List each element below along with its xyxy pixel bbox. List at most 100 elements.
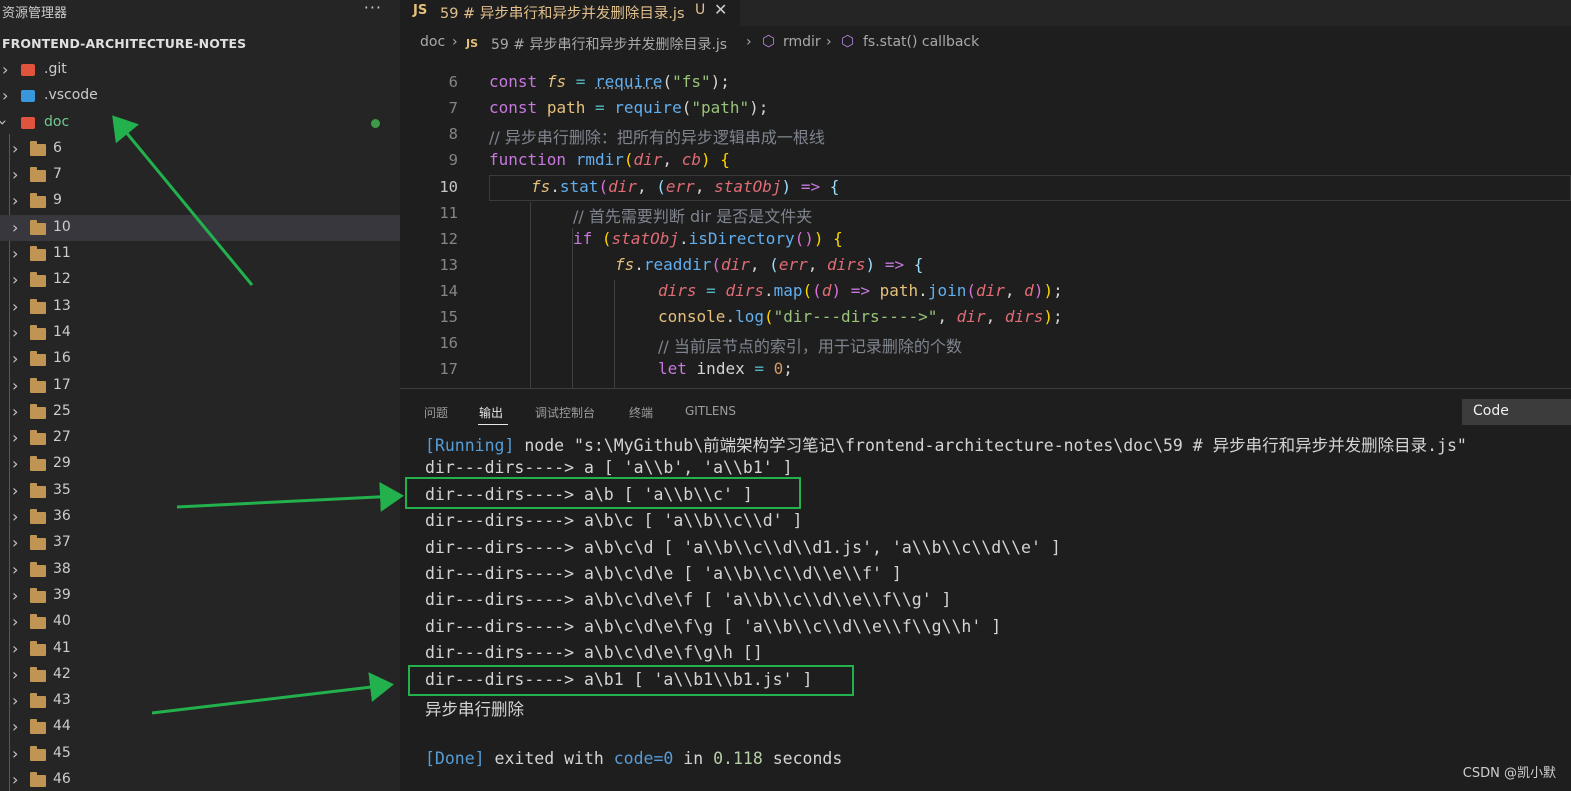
chevron-right-icon: › (12, 428, 19, 448)
folder-icon (30, 298, 46, 314)
line-number: 8 (448, 125, 458, 143)
output-line: dir---dirs----> a\b\c\d [ 'a\\b\\c\\d\\d… (425, 537, 1061, 557)
tree-item-folder[interactable]: › 41 (0, 636, 400, 662)
tree-item-label: 13 (53, 297, 71, 314)
output-line-blank (425, 722, 1571, 748)
tree-item-label: 9 (53, 192, 62, 209)
chevron-right-icon: › (12, 533, 19, 553)
tab-gitlens[interactable]: GITLENS (685, 404, 736, 418)
line-number: 12 (439, 230, 458, 248)
chevron-right-icon: › (12, 138, 19, 158)
tree-item-vscode[interactable]: › .vscode (0, 83, 400, 109)
tab-output[interactable]: 输出 (479, 404, 503, 421)
breadcrumb-file[interactable]: 59 # 异步串行和异步并发删除目录.js (491, 34, 727, 54)
tree-item-folder[interactable]: › 9 (0, 188, 400, 214)
tree-item-folder[interactable]: › 46 (0, 767, 400, 791)
folder-icon (30, 246, 46, 262)
line-number: 9 (448, 151, 458, 169)
tree-item-folder[interactable]: › 7 (0, 162, 400, 188)
js-file-icon: JS (413, 3, 428, 18)
folder-icon (30, 587, 46, 603)
tree-item-folder[interactable]: › 29 (0, 451, 400, 477)
code-editor[interactable]: 6 const fs = require("fs"); 7 const path… (400, 68, 1571, 388)
chevron-right-icon: › (12, 691, 19, 711)
tree-item-folder[interactable]: › 14 (0, 320, 400, 346)
output-line: dir---dirs----> a\b\c\d\e\f\g [ 'a\\b\\c… (425, 616, 1002, 636)
chevron-right-icon: › (12, 296, 19, 316)
breadcrumb-function[interactable]: rmdir (783, 34, 821, 50)
tree-item-folder[interactable]: › 37 (0, 530, 400, 556)
tree-item-folder[interactable]: › 42 (0, 662, 400, 688)
file-tree: › .git › .vscode › doc ›6›7›9›10›11›12›1… (0, 57, 400, 791)
chevron-right-icon: › (12, 165, 19, 185)
tree-item-folder[interactable]: › 25 (0, 399, 400, 425)
tree-item-git[interactable]: › .git (0, 57, 400, 83)
code-line: 12 if (statObj.isDirectory()) { (400, 227, 1571, 253)
line-number: 17 (439, 360, 458, 378)
watermark: CSDN @凯小默 (1462, 766, 1556, 781)
panel-tab-bar: 问题 输出 调试控制台 终端 GITLENS Code (400, 389, 1571, 429)
tree-item-label: 45 (53, 744, 71, 761)
tree-item-folder[interactable]: › 35 (0, 478, 400, 504)
folder-icon (30, 666, 46, 682)
line-number: 7 (448, 99, 458, 117)
done-code: code=0 (613, 748, 674, 768)
chevron-right-icon: › (12, 401, 19, 421)
tree-item-folder[interactable]: › 11 (0, 241, 400, 267)
tree-item-folder[interactable]: › 45 (0, 741, 400, 767)
tree-item-label: 39 (53, 586, 71, 603)
chevron-right-icon: › (12, 664, 19, 684)
tab-terminal[interactable]: 终端 (629, 404, 653, 421)
tab-problems[interactable]: 问题 (424, 404, 448, 421)
more-actions-icon[interactable]: ··· (364, 0, 382, 17)
method-cube-icon: ⬡ (841, 32, 855, 50)
tree-item-folder[interactable]: › 16 (0, 346, 400, 372)
code-line: 7 const path = require("path"); (400, 96, 1571, 122)
tree-item-folder[interactable]: › 6 (0, 136, 400, 162)
breadcrumb-separator: › (746, 34, 752, 50)
tree-item-label: 12 (53, 271, 71, 288)
folder-icon (30, 140, 46, 156)
tree-item-folder[interactable]: › 12 (0, 267, 400, 293)
tree-item-folder[interactable]: › 38 (0, 557, 400, 583)
tree-item-folder[interactable]: › 17 (0, 373, 400, 399)
done-tag: [Done] (425, 748, 485, 768)
tree-item-folder[interactable]: › 13 (0, 294, 400, 320)
chevron-right-icon: › (2, 86, 9, 106)
chevron-right-icon: › (12, 217, 19, 237)
editor-tab-active[interactable]: JS 59 # 异步串行和异步并发删除目录.js U ✕ (400, 0, 740, 26)
tab-debug-console[interactable]: 调试控制台 (535, 404, 595, 421)
tree-item-label: doc (44, 113, 70, 130)
output-channel-select[interactable]: Code (1462, 399, 1571, 425)
breadcrumb-callback[interactable]: fs.stat() callback (863, 34, 979, 50)
tree-item-doc[interactable]: › doc (0, 110, 400, 136)
tree-item-folder[interactable]: › 39 (0, 583, 400, 609)
tree-item-label: 40 (53, 613, 71, 630)
tree-item-folder[interactable]: › 43 (0, 688, 400, 714)
output-line: dir---dirs----> a\b\c\d\e [ 'a\\b\\c\\d\… (425, 563, 902, 583)
code-line: 11 // 首先需要判断 dir 是否是文件夹 (400, 201, 1571, 227)
line-number: 14 (439, 282, 458, 300)
chevron-right-icon: › (12, 191, 19, 211)
folder-icon (30, 324, 46, 340)
breadcrumb-doc[interactable]: doc (420, 34, 445, 50)
tree-item-label: 38 (53, 560, 71, 577)
output-channel-value: Code (1473, 403, 1509, 419)
chevron-right-icon: › (12, 717, 19, 737)
tree-item-folder[interactable]: › 44 (0, 714, 400, 740)
folder-icon (30, 509, 46, 525)
tree-item-label: 25 (53, 402, 71, 419)
chevron-right-icon: › (12, 244, 19, 264)
tree-item-folder[interactable]: › 36 (0, 504, 400, 530)
close-tab-icon[interactable]: ✕ (714, 0, 727, 19)
tree-item-folder[interactable]: › 27 (0, 425, 400, 451)
chevron-right-icon: › (12, 612, 19, 632)
tree-item-label: 43 (53, 692, 71, 709)
tree-item-label: 27 (53, 429, 71, 446)
folder-icon (30, 614, 46, 630)
project-section-header[interactable]: FRONTEND-ARCHITECTURE-NOTES (0, 33, 400, 55)
line-number: 15 (439, 308, 458, 326)
tree-item-folder[interactable]: › 10 (0, 214, 400, 242)
folder-icon (30, 351, 46, 367)
tree-item-folder[interactable]: › 40 (0, 609, 400, 635)
